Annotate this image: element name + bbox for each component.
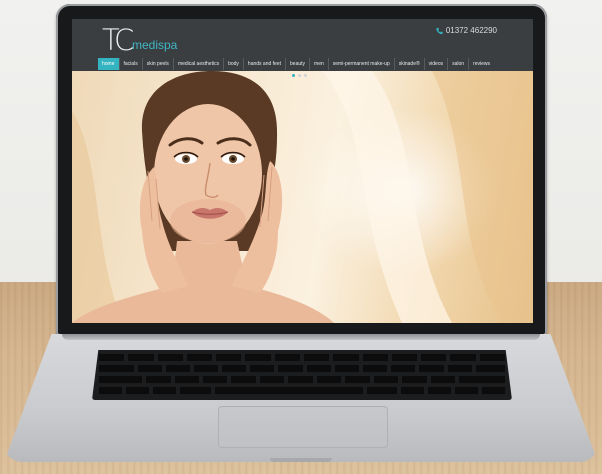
slider-dot[interactable] xyxy=(292,74,295,77)
laptop-front-notch xyxy=(270,458,332,462)
nav-item-men[interactable]: men xyxy=(310,58,329,70)
hero-slider[interactable] xyxy=(72,71,533,323)
main-nav: home facials skin peels medical aestheti… xyxy=(98,58,494,70)
hero-image xyxy=(72,71,533,323)
slider-dot[interactable] xyxy=(304,74,307,77)
nav-item-hands-and-feet[interactable]: hands and feet xyxy=(244,58,287,70)
slider-dot[interactable] xyxy=(298,74,301,77)
nav-item-skin-peels[interactable]: skin peels xyxy=(143,58,174,70)
nav-item-videos[interactable]: videos xyxy=(425,58,449,70)
nav-item-reviews[interactable]: reviews xyxy=(469,58,494,70)
laptop-hinge xyxy=(62,334,540,340)
nav-item-body[interactable]: body xyxy=(224,58,244,70)
trackpad xyxy=(218,406,388,448)
nav-item-medical-aesthetics[interactable]: medical aesthetics xyxy=(174,58,225,70)
logo-mark[interactable]: TC xyxy=(102,23,134,57)
key-row xyxy=(98,375,507,384)
nav-item-skinade[interactable]: skinade® xyxy=(395,58,425,70)
key-row xyxy=(98,353,506,362)
phone-icon xyxy=(436,27,443,35)
nav-item-salon[interactable]: salon xyxy=(448,58,470,70)
nav-item-beauty[interactable]: beauty xyxy=(286,58,311,70)
keyboard xyxy=(92,350,512,400)
phone-number: 01372 462290 xyxy=(445,26,497,35)
laptop-screen: TC medispa 01372 462290 home facials ski… xyxy=(72,19,533,323)
nav-item-semi-permanent-make-up[interactable]: semi-permanent make-up xyxy=(329,58,395,70)
key-row xyxy=(98,364,507,373)
logo-text[interactable]: medispa xyxy=(132,38,177,52)
nav-item-home[interactable]: home xyxy=(98,58,120,70)
site-header: TC medispa 01372 462290 home facials ski… xyxy=(72,19,533,71)
nav-item-facials[interactable]: facials xyxy=(120,58,143,70)
slider-dots xyxy=(292,74,307,77)
key-row xyxy=(98,386,506,395)
header-phone[interactable]: 01372 462290 xyxy=(436,26,497,36)
